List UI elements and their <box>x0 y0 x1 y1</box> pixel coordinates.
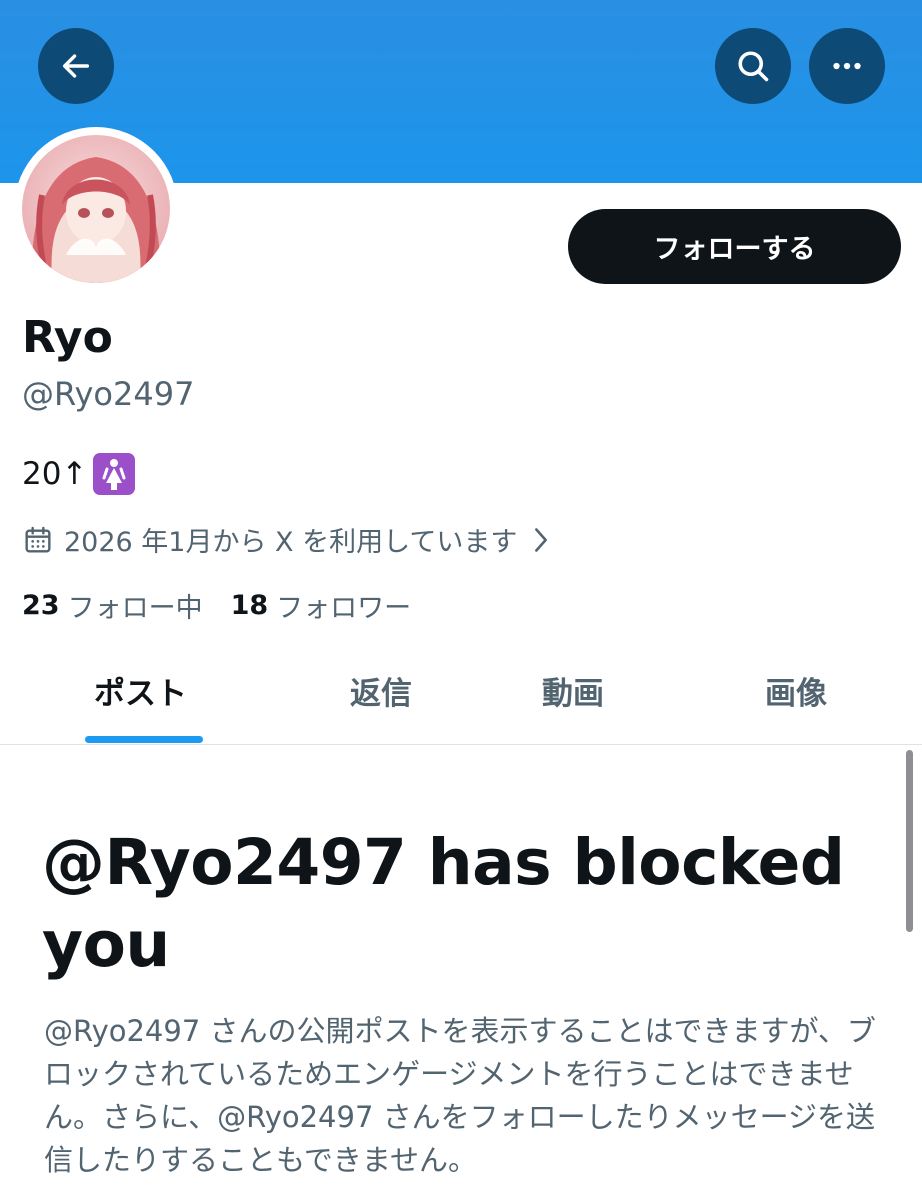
search-icon <box>738 51 769 82</box>
calendar-icon <box>25 526 51 553</box>
avatar-image <box>22 135 170 283</box>
profile-tabs: ポスト 返信 動画 画像 <box>0 650 922 745</box>
blocked-description: @Ryo2497 さんの公開ポストを表示することはできますが、ブロックされている… <box>44 1014 876 1177</box>
arrow-left-icon <box>62 54 90 78</box>
joined-text: 2026 年1月から X を利用しています <box>64 527 518 558</box>
profile-page: フォローする Ryo @Ryo2497 20↑ 2026 年1月から X を利用… <box>0 0 922 1200</box>
following-label[interactable]: フォロー中 <box>68 586 203 625</box>
joined-date[interactable]: 2026 年1月から X を利用しています <box>22 520 551 559</box>
active-tab-indicator <box>85 736 203 743</box>
blocked-title: @Ryo2497 has blocked you <box>42 826 845 981</box>
tab-videos[interactable]: 動画 <box>542 668 604 713</box>
tab-images[interactable]: 画像 <box>765 668 827 713</box>
tab-posts[interactable]: ポスト <box>94 668 187 713</box>
profile-bio: 20↑ <box>22 453 136 495</box>
chevron-right-icon <box>535 527 548 552</box>
back-button[interactable] <box>38 28 114 104</box>
tab-replies[interactable]: 返信 <box>350 668 412 713</box>
womens-room-icon <box>93 453 136 495</box>
bio-text: 20↑ <box>22 456 88 492</box>
display-name: Ryo <box>22 312 113 363</box>
follow-stats: 23 フォロー中 18 フォロワー <box>22 586 411 625</box>
following-count[interactable]: 23 <box>22 590 60 621</box>
followers-label[interactable]: フォロワー <box>276 586 411 625</box>
avatar[interactable] <box>14 127 178 291</box>
more-options-button[interactable] <box>809 28 885 104</box>
scrollbar[interactable] <box>906 750 913 932</box>
user-handle: @Ryo2497 <box>22 375 195 413</box>
search-button[interactable] <box>715 28 791 104</box>
followers-count[interactable]: 18 <box>231 590 269 621</box>
more-horizontal-icon <box>833 62 861 70</box>
follow-button[interactable]: フォローする <box>568 209 901 284</box>
